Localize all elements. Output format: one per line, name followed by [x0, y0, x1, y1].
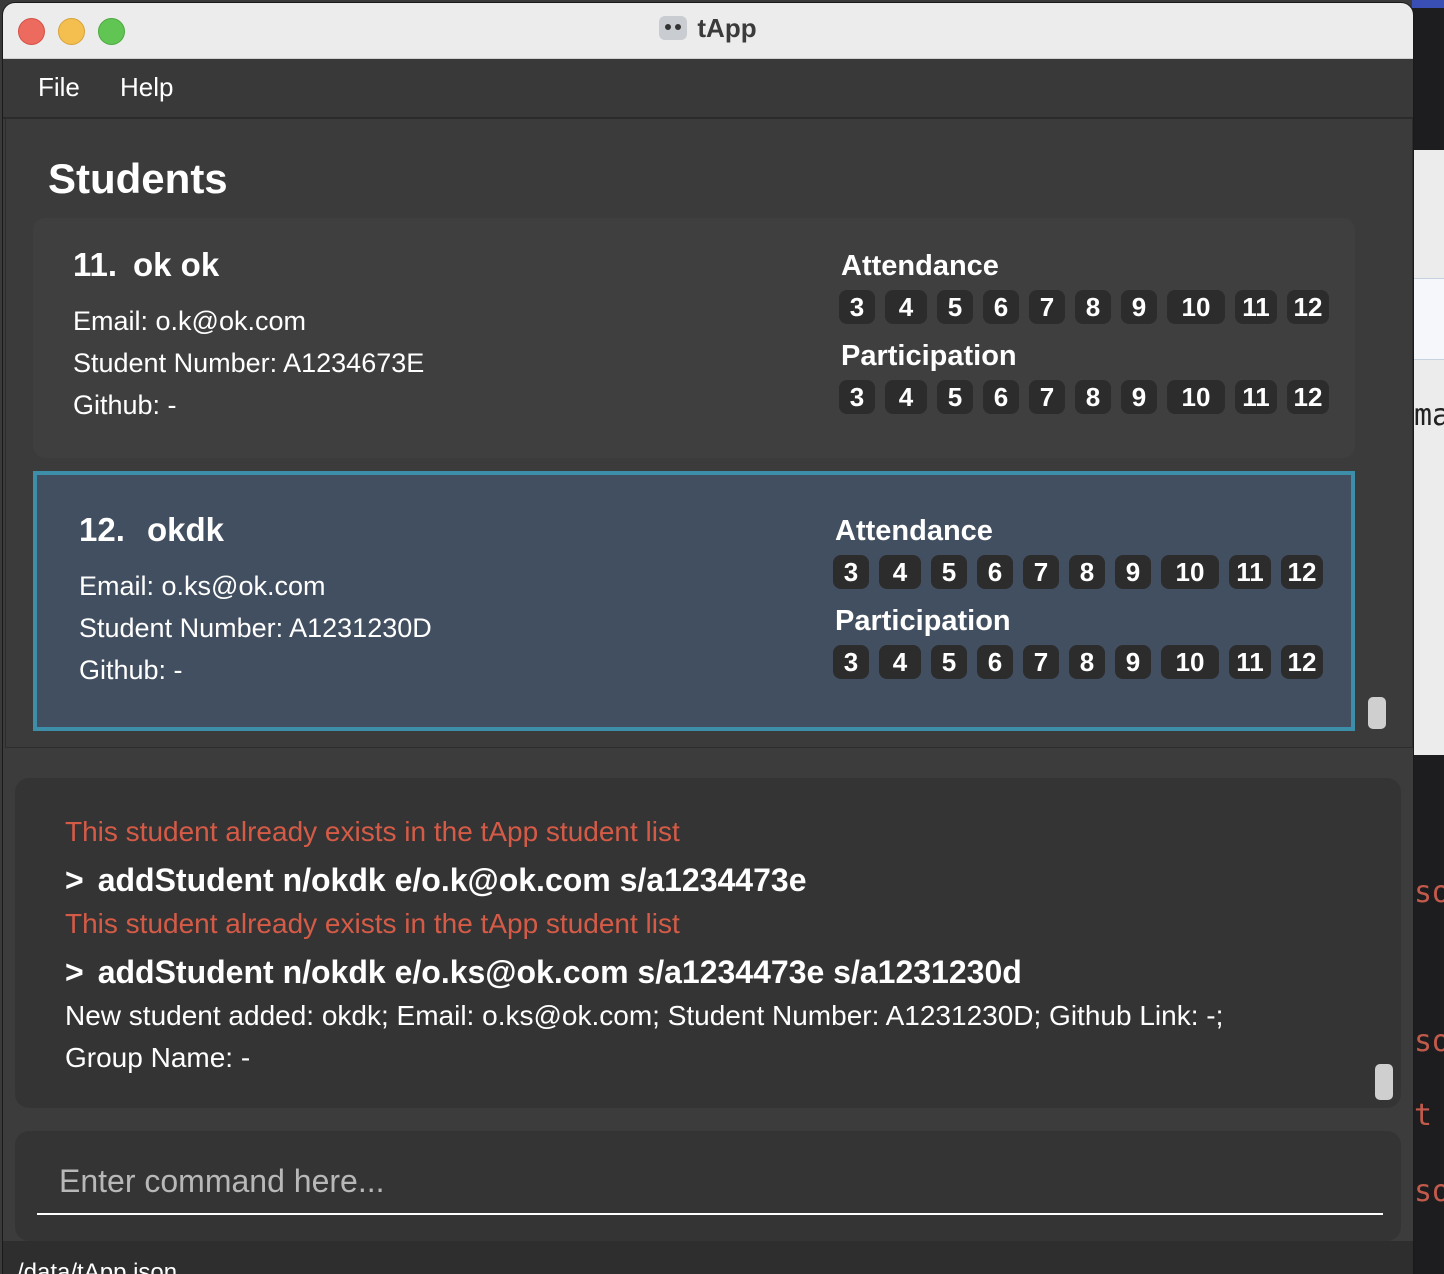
participation-tag: 3: [839, 380, 875, 414]
window-title-text: tApp: [697, 13, 757, 43]
command-text: addStudent n/okdk e/o.k@ok.com s/a123447…: [97, 862, 807, 898]
attendance-label: Attendance: [841, 250, 999, 282]
participation-tags: 3 4 5 6 7 8 9 10 11 12: [833, 645, 1323, 679]
status-bar: /data/tApp.json: [3, 1241, 1413, 1274]
attendance-tags: 3 4 5 6 7 8 9 10 11 12: [833, 555, 1323, 589]
attendance-tag: 5: [931, 555, 967, 589]
participation-label: Participation: [841, 340, 1017, 372]
result-info-line: New student added: okdk; Email: o.ks@ok.…: [65, 1000, 1224, 1031]
participation-tags: 3 4 5 6 7 8 9 10 11 12: [839, 380, 1329, 414]
command-box: [15, 1131, 1401, 1241]
result-error-line: This student already exists in the tApp …: [65, 908, 680, 939]
student-number: Student Number: A1231230D: [79, 613, 432, 643]
background-text-fragment: sor: [1414, 1024, 1444, 1059]
result-display: This student already exists in the tApp …: [15, 778, 1401, 1108]
attendance-tag: 12: [1287, 290, 1329, 324]
participation-tag: 11: [1229, 645, 1271, 679]
attendance-tag: 12: [1281, 555, 1323, 589]
background-text-fragment: sor: [1414, 875, 1444, 910]
menu-help[interactable]: Help: [120, 72, 173, 103]
background-highlight: [1412, 278, 1444, 360]
result-command-line: > addStudent n/okdk e/o.ks@ok.com s/a1234…: [65, 954, 1022, 991]
result-scrollbar[interactable]: [1375, 1064, 1393, 1100]
participation-tag: 10: [1161, 645, 1219, 679]
command-input[interactable]: [37, 1149, 1383, 1215]
participation-tag: 12: [1287, 380, 1329, 414]
participation-tag: 9: [1115, 645, 1151, 679]
result-error-line: This student already exists in the tApp …: [65, 816, 680, 847]
student-github: Github: -: [79, 655, 183, 685]
attendance-tag: 3: [839, 290, 875, 324]
participation-tag: 6: [977, 645, 1013, 679]
student-list-panel: Students 11. ok ok Email: o.k@ok.com Stu…: [5, 119, 1413, 748]
participation-tag: 3: [833, 645, 869, 679]
attendance-tag: 9: [1115, 555, 1151, 589]
background-text-fragment: sor: [1414, 1174, 1444, 1209]
attendance-tag: 6: [977, 555, 1013, 589]
attendance-tag: 5: [937, 290, 973, 324]
participation-tag: 7: [1023, 645, 1059, 679]
participation-tag: 5: [937, 380, 973, 414]
attendance-tag: 3: [833, 555, 869, 589]
attendance-tag: 11: [1229, 555, 1271, 589]
student-list-scrollbar[interactable]: [1368, 697, 1386, 729]
attendance-tag: 7: [1029, 290, 1065, 324]
background-accent-bar: [1412, 0, 1444, 8]
participation-tag: 8: [1075, 380, 1111, 414]
participation-tag: 11: [1235, 380, 1277, 414]
background-text-fragment: ma: [1414, 398, 1444, 433]
participation-tag: 12: [1281, 645, 1323, 679]
participation-tag: 8: [1069, 645, 1105, 679]
participation-tag: 5: [931, 645, 967, 679]
attendance-tag: 4: [885, 290, 927, 324]
participation-tag: 9: [1121, 380, 1157, 414]
save-location-path: /data/tApp.json: [17, 1259, 178, 1274]
result-info-line: Group Name: -: [65, 1042, 251, 1073]
attendance-tag: 7: [1023, 555, 1059, 589]
attendance-tag: 11: [1235, 290, 1277, 324]
result-command-line: > addStudent n/okdk e/o.k@ok.com s/a12344…: [65, 862, 806, 899]
attendance-tag: 4: [879, 555, 921, 589]
student-card-selected[interactable]: 12. okdk Email: o.ks@ok.com Student Numb…: [33, 471, 1355, 731]
chevron-right-icon: >: [65, 954, 84, 990]
attendance-tags: 3 4 5 6 7 8 9 10 11 12: [839, 290, 1329, 324]
attendance-tag: 10: [1161, 555, 1219, 589]
background-window: ma sor sor t sor: [1412, 0, 1444, 1274]
robot-icon: [659, 16, 688, 40]
students-heading: Students: [48, 155, 228, 202]
attendance-tag: 9: [1121, 290, 1157, 324]
student-number: Student Number: A1234673E: [73, 348, 425, 378]
attendance-tag: 6: [983, 290, 1019, 324]
menu-bar: File Help: [3, 59, 1413, 119]
participation-tag: 4: [879, 645, 921, 679]
background-light-pane: [1412, 150, 1444, 755]
student-github: Github: -: [73, 390, 177, 420]
menu-file[interactable]: File: [38, 72, 80, 103]
command-text: addStudent n/okdk e/o.ks@ok.com s/a12344…: [97, 954, 1022, 990]
student-card[interactable]: 11. ok ok Email: o.k@ok.com Student Numb…: [33, 218, 1355, 458]
title-bar[interactable]: tApp: [3, 3, 1413, 59]
attendance-tag: 8: [1069, 555, 1105, 589]
attendance-tag: 8: [1075, 290, 1111, 324]
chevron-right-icon: >: [65, 862, 84, 898]
participation-tag: 6: [983, 380, 1019, 414]
participation-tag: 4: [885, 380, 927, 414]
attendance-label: Attendance: [835, 515, 993, 547]
student-name: okdk: [147, 511, 225, 548]
window-title: tApp: [3, 13, 1413, 44]
participation-tag: 10: [1167, 380, 1225, 414]
attendance-tag: 10: [1167, 290, 1225, 324]
background-text-fragment: t: [1414, 1098, 1433, 1133]
student-name: ok ok: [133, 246, 220, 283]
student-email: Email: o.k@ok.com: [73, 306, 306, 336]
participation-label: Participation: [835, 605, 1011, 637]
participation-tag: 7: [1029, 380, 1065, 414]
student-index: 12.: [79, 511, 125, 548]
student-email: Email: o.ks@ok.com: [79, 571, 326, 601]
app-window: tApp File Help Students 11. ok ok Email:…: [3, 3, 1413, 1274]
student-index: 11.: [73, 246, 118, 283]
